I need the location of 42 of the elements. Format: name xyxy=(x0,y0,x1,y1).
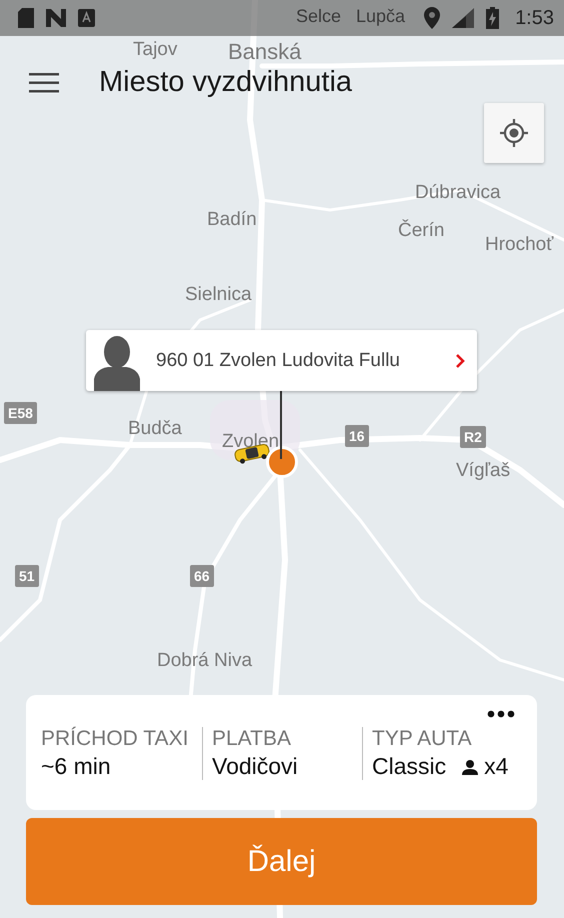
road-number-sign: R2 xyxy=(460,426,486,448)
crosshair-icon xyxy=(499,118,529,148)
person-icon xyxy=(462,758,478,774)
signal-icon xyxy=(452,8,474,28)
n-logo-icon xyxy=(46,9,66,27)
place-label: Lupča xyxy=(356,7,406,27)
place-label: Budča xyxy=(128,419,182,440)
sd-card-icon xyxy=(18,8,34,28)
pickup-address-card[interactable]: 960 01 Zvolen Ludovita Fullu xyxy=(86,330,477,391)
keyboard-a-icon xyxy=(78,9,95,27)
road-number-sign: 51 xyxy=(15,565,39,587)
more-dots-icon[interactable] xyxy=(487,710,515,718)
location-pin-icon xyxy=(424,7,440,29)
screen-title: Miesto vyzdvihnutia xyxy=(99,66,352,99)
summary-label: TYP AUTA xyxy=(372,727,473,751)
pin-line xyxy=(280,391,282,459)
my-location-button[interactable] xyxy=(484,103,544,163)
road-number-sign: E58 xyxy=(4,402,37,424)
place-label: Sielnica xyxy=(185,285,252,306)
place-label: Badín xyxy=(207,210,257,231)
place-label: Tajov xyxy=(133,40,178,61)
pickup-address: 960 01 Zvolen Ludovita Fullu xyxy=(156,350,401,372)
place-label: Dúbravica xyxy=(415,183,501,204)
status-time: 1:53 xyxy=(515,6,554,30)
road-number-sign: 66 xyxy=(190,565,214,587)
place-label: Banská xyxy=(228,40,302,64)
place-label: Čerín xyxy=(398,221,444,242)
summary-value: Vodičovi xyxy=(212,753,298,780)
person-silhouette-icon xyxy=(92,335,142,391)
chevron-right-icon xyxy=(455,352,465,368)
seat-count: x4 xyxy=(484,753,508,780)
summary-value: Classic xyxy=(372,753,446,780)
place-label: Vígľaš xyxy=(456,461,510,482)
place-label: Selce xyxy=(296,7,342,27)
summary-value: ~6 min xyxy=(41,753,111,780)
menu-icon[interactable] xyxy=(29,72,59,94)
place-label: Dobrá Niva xyxy=(157,651,252,672)
battery-charging-icon xyxy=(486,7,500,29)
place-label: Hrochoť xyxy=(485,235,554,256)
summary-label: PLATBA xyxy=(212,727,292,751)
summary-label: PRÍCHOD TAXI xyxy=(41,727,190,751)
road-number-sign: 16 xyxy=(345,425,369,447)
